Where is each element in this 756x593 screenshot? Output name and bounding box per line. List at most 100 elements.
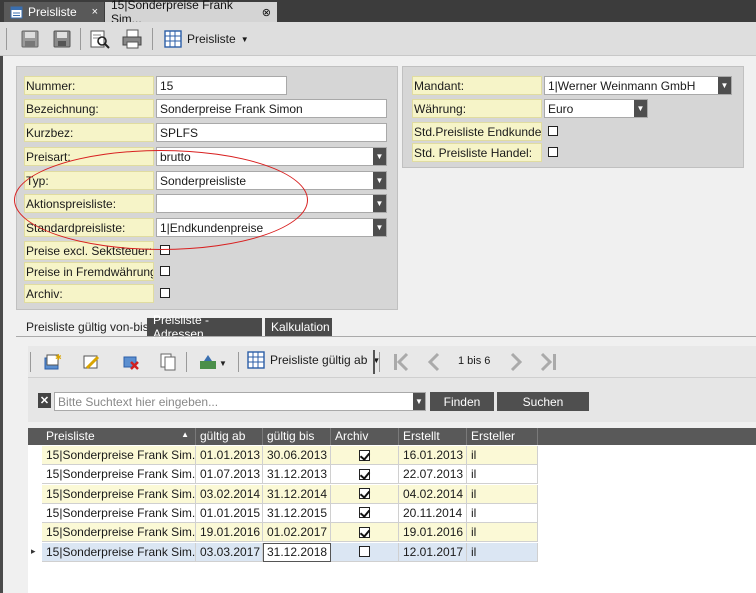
table-cell-gueltig-ab[interactable]: 03.03.2017: [196, 542, 263, 562]
table-cell-gueltig-bis[interactable]: 30.06.2013: [263, 446, 331, 465]
edit-icon[interactable]: [79, 350, 103, 374]
column-header-preisliste[interactable]: Preisliste ▲: [42, 428, 196, 445]
tab-kalkulation[interactable]: Kalkulation: [265, 318, 332, 336]
column-header-archiv[interactable]: Archiv: [331, 428, 399, 445]
std-endkunden-checkbox[interactable]: [548, 126, 558, 136]
excl-sektsteuer-checkbox[interactable]: [160, 245, 170, 255]
table-cell-preisliste[interactable]: 15|Sonderpreise Frank Sim...: [42, 465, 196, 485]
table-cell-gueltig-ab[interactable]: 01.01.2015: [196, 503, 263, 523]
table-cell-archiv[interactable]: [331, 523, 399, 543]
table-cell-erstellt[interactable]: 19.01.2016: [399, 523, 467, 543]
table-cell-erstellt[interactable]: 04.02.2014: [399, 484, 467, 504]
copy-icon[interactable]: [156, 350, 180, 374]
dropdown-arrow-icon[interactable]: ▼: [413, 393, 425, 410]
table-cell-preisliste[interactable]: 15|Sonderpreise Frank Sim...: [42, 446, 196, 465]
column-header-erstellt[interactable]: Erstellt: [399, 428, 467, 445]
table-cell-ersteller[interactable]: il: [467, 465, 538, 485]
save-icon[interactable]: [50, 27, 74, 51]
table-cell-archiv[interactable]: [331, 484, 399, 504]
dropdown-arrow-icon[interactable]: ▼: [718, 77, 731, 94]
table-cell-ersteller[interactable]: il: [467, 484, 538, 504]
archiv-checkbox[interactable]: [359, 546, 370, 557]
table-cell-gueltig-ab[interactable]: 01.01.2013: [196, 446, 263, 465]
archiv-checkbox[interactable]: [160, 288, 170, 298]
column-header-gueltig-bis[interactable]: gültig bis: [263, 428, 331, 445]
table-row[interactable]: 15|Sonderpreise Frank Sim... 01.01.2013 30…: [28, 446, 538, 465]
tab-gueltig-von-bis[interactable]: Preisliste gültig von-bis: [26, 318, 149, 336]
table-cell-gueltig-bis[interactable]: 01.02.2017: [263, 523, 331, 543]
table-cell-archiv[interactable]: [331, 542, 399, 562]
mandant-dropdown[interactable]: 1|Werner Weinmann GmbH ▼: [544, 76, 732, 95]
archiv-checkbox[interactable]: [359, 449, 370, 461]
table-cell-gueltig-bis[interactable]: 31.12.2018: [263, 542, 331, 562]
aktionspreisliste-dropdown[interactable]: ▼: [156, 194, 387, 213]
table-cell-archiv[interactable]: [331, 503, 399, 523]
table-row[interactable]: 15|Sonderpreise Frank Sim... 19.01.2016 01…: [28, 523, 538, 543]
table-cell-gueltig-ab[interactable]: 01.07.2013: [196, 465, 263, 485]
table-cell-ersteller[interactable]: il: [467, 542, 538, 562]
export-menu-icon[interactable]: ▼: [196, 350, 230, 374]
previous-page-icon[interactable]: [422, 350, 446, 374]
table-row[interactable]: 15|Sonderpreise Frank Sim... 01.07.2013 31…: [28, 465, 538, 485]
archiv-checkbox[interactable]: [359, 526, 370, 538]
table-row[interactable]: 15|Sonderpreise Frank Sim... 03.02.2014 31…: [28, 484, 538, 504]
table-cell-erstellt[interactable]: 20.11.2014: [399, 503, 467, 523]
save-close-icon[interactable]: [18, 27, 42, 51]
archiv-checkbox[interactable]: [359, 468, 370, 480]
dropdown-arrow-icon[interactable]: ▼: [634, 100, 647, 117]
dropdown-arrow-icon[interactable]: ▼: [373, 219, 386, 236]
close-icon[interactable]: ×: [92, 6, 98, 18]
new-record-icon[interactable]: ✱: [40, 350, 64, 374]
dropdown-arrow-icon[interactable]: ▼: [373, 195, 386, 212]
table-cell-preisliste[interactable]: 15|Sonderpreise Frank Sim...: [42, 542, 196, 562]
preisart-dropdown[interactable]: brutto ▼: [156, 147, 387, 166]
last-page-icon[interactable]: [536, 350, 560, 374]
dropdown-arrow-icon[interactable]: ▼: [373, 148, 386, 165]
search-input[interactable]: Bitte Suchtext hier eingeben... ▼: [54, 392, 426, 411]
table-row[interactable]: 15|Sonderpreise Frank Sim... 03.03.2017 31…: [28, 542, 538, 562]
table-cell-erstellt[interactable]: 12.01.2017: [399, 542, 467, 562]
table-cell-ersteller[interactable]: il: [467, 446, 538, 465]
typ-dropdown[interactable]: Sonderpreisliste ▼: [156, 171, 387, 190]
table-cell-preisliste[interactable]: 15|Sonderpreise Frank Sim...: [42, 484, 196, 504]
tab-sonderpreise[interactable]: 15|Sonderpreise Frank Sim... ⊗: [105, 0, 277, 26]
archiv-checkbox[interactable]: [359, 507, 370, 519]
preisliste-gueltig-ab-menu[interactable]: Preisliste gültig ab ▼: [247, 351, 380, 369]
table-cell-ersteller[interactable]: il: [467, 523, 538, 543]
table-cell-gueltig-bis[interactable]: 31.12.2015: [263, 503, 331, 523]
next-page-icon[interactable]: [504, 350, 528, 374]
fremdwaehrung-checkbox[interactable]: [160, 266, 170, 276]
table-cell-archiv[interactable]: [331, 465, 399, 485]
suchen-button[interactable]: Suchen: [497, 392, 589, 411]
bezeichnung-field[interactable]: Sonderpreise Frank Simon: [156, 99, 387, 118]
column-header-gueltig-ab[interactable]: gültig ab: [196, 428, 263, 445]
archiv-checkbox[interactable]: [359, 488, 370, 500]
table-cell-gueltig-ab[interactable]: 03.02.2014: [196, 484, 263, 504]
close-icon[interactable]: ⊗: [262, 6, 271, 19]
table-cell-erstellt[interactable]: 22.07.2013: [399, 465, 467, 485]
table-cell-gueltig-ab[interactable]: 19.01.2016: [196, 523, 263, 543]
tab-preisliste[interactable]: Preisliste ×: [4, 2, 104, 22]
waehrung-dropdown[interactable]: Euro ▼: [544, 99, 648, 118]
std-handel-checkbox[interactable]: [548, 147, 558, 157]
table-cell-erstellt[interactable]: 16.01.2013: [399, 446, 467, 465]
table-cell-ersteller[interactable]: il: [467, 503, 538, 523]
column-header-ersteller[interactable]: Ersteller: [467, 428, 538, 445]
table-cell-preisliste[interactable]: 15|Sonderpreise Frank Sim...: [42, 503, 196, 523]
table-cell-archiv[interactable]: [331, 446, 399, 465]
print-preview-icon[interactable]: [88, 27, 112, 51]
nummer-field[interactable]: 15: [156, 76, 287, 95]
print-icon[interactable]: [120, 27, 144, 51]
standardpreisliste-dropdown[interactable]: 1|Endkundenpreise ▼: [156, 218, 387, 237]
tab-adressen[interactable]: Preisliste - Adressen: [147, 313, 262, 341]
table-row[interactable]: 15|Sonderpreise Frank Sim... 01.01.2015 31…: [28, 503, 538, 523]
preisliste-menu-button[interactable]: Preisliste ▼: [164, 28, 249, 50]
first-page-icon[interactable]: [390, 350, 414, 374]
table-cell-gueltig-bis[interactable]: 31.12.2014: [263, 484, 331, 504]
table-cell-gueltig-bis[interactable]: 31.12.2013: [263, 465, 331, 485]
clear-search-icon[interactable]: ✕: [38, 393, 51, 408]
delete-icon[interactable]: [119, 350, 143, 374]
table-cell-preisliste[interactable]: 15|Sonderpreise Frank Sim...: [42, 523, 196, 543]
kurzbez-field[interactable]: SPLFS: [156, 123, 387, 142]
finden-button[interactable]: Finden: [430, 392, 494, 411]
